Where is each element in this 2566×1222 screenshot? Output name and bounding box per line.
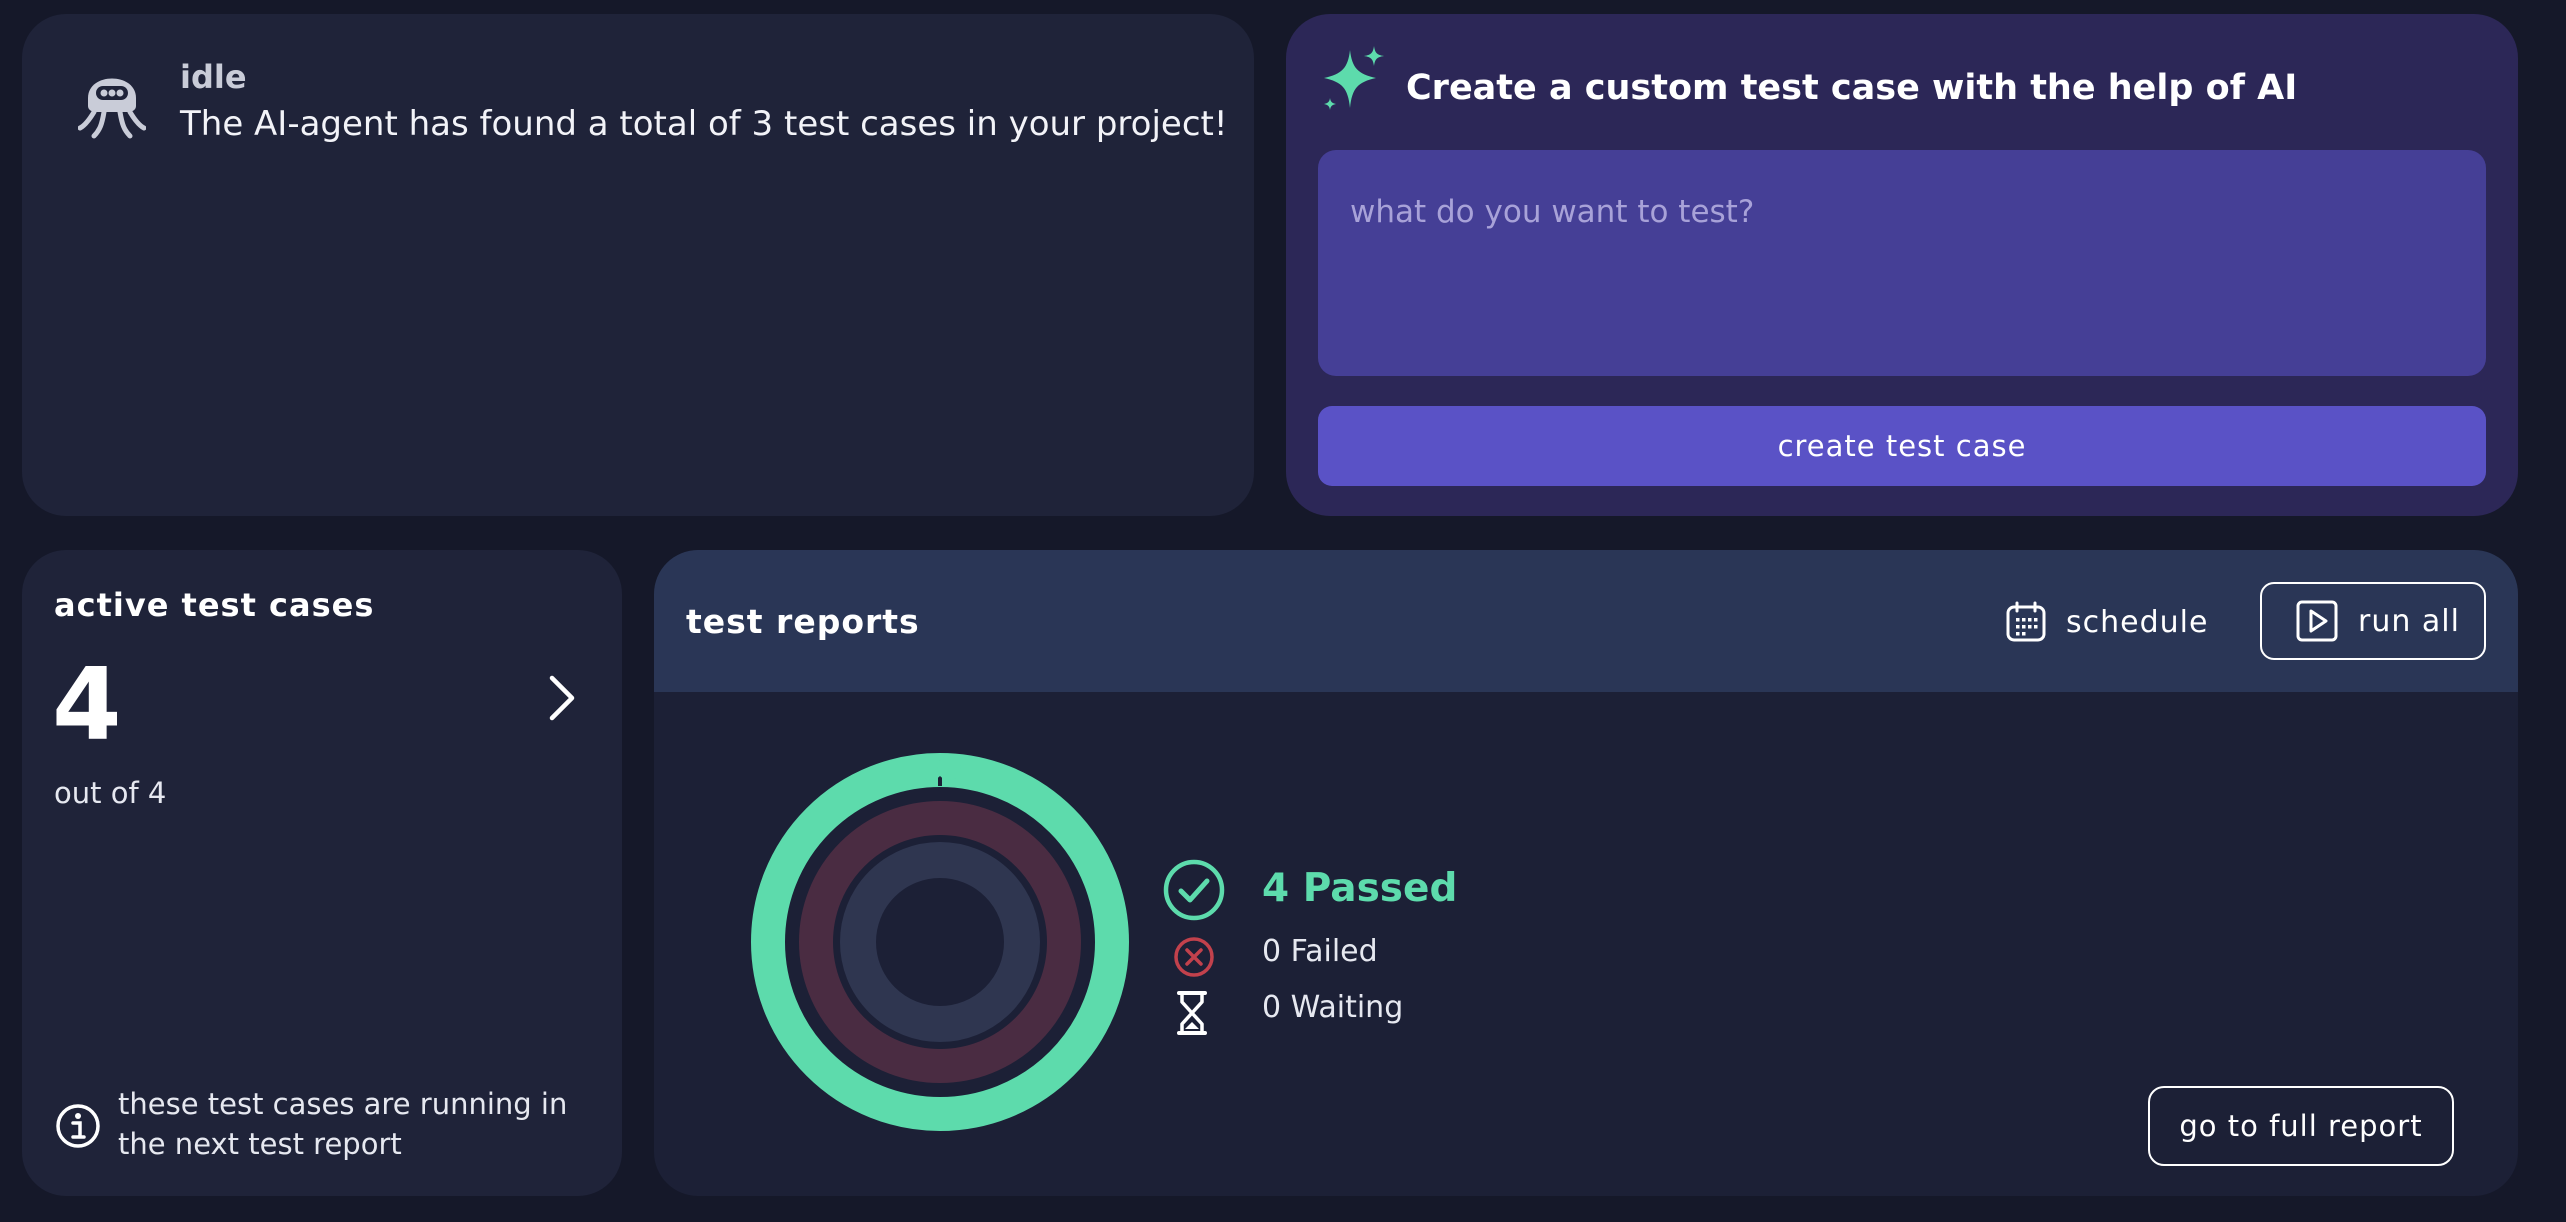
check-circle-icon (1163, 859, 1225, 921)
hourglass-icon (1177, 991, 1207, 1035)
run-all-label: run all (2358, 603, 2460, 639)
agent-status-card: idle The AI-agent has found a total of 3… (22, 14, 1254, 516)
create-test-case-button[interactable]: create test case (1318, 406, 2486, 486)
full-report-button[interactable]: go to full report (2148, 1086, 2454, 1166)
info-icon (56, 1104, 100, 1148)
reports-header: test reports schedule run all (654, 550, 2518, 692)
agent-message: The AI-agent has found a total of 3 test… (180, 104, 1228, 144)
waiting-ring (840, 842, 1040, 1042)
play-icon (2296, 600, 2338, 642)
calendar-icon (2006, 601, 2046, 642)
active-cases-title: active test cases (54, 586, 375, 624)
chevron-right-icon[interactable] (542, 668, 582, 728)
active-test-cases-card: active test cases 4 out of 4 these test … (22, 550, 622, 1196)
active-cases-total: out of 4 (54, 776, 167, 810)
sparkle-icon (1324, 46, 1384, 110)
active-cases-note: these test cases are running in the next… (118, 1087, 568, 1161)
robot-octopus-icon (78, 78, 146, 139)
run-all-button[interactable]: run all (2260, 582, 2486, 660)
schedule-button[interactable]: schedule (2004, 596, 2224, 648)
agent-status-text: idle (180, 58, 247, 96)
test-reports-card: test reports schedule run all 4 Passed 0… (654, 550, 2518, 1196)
ai-create-title: Create a custom test case with the help … (1406, 68, 2298, 108)
passed-count-label: 4 Passed (1262, 866, 1458, 911)
test-description-input[interactable] (1318, 150, 2486, 376)
ai-create-card: Create a custom test case with the help … (1286, 14, 2518, 516)
results-donut-chart (751, 753, 1129, 1131)
failed-count-label: 0 Failed (1262, 934, 1378, 969)
waiting-count-label: 0 Waiting (1262, 990, 1404, 1025)
reports-title: test reports (686, 602, 920, 641)
x-circle-icon (1174, 937, 1214, 977)
schedule-label: schedule (2066, 604, 2209, 640)
active-cases-count: 4 (52, 646, 122, 763)
